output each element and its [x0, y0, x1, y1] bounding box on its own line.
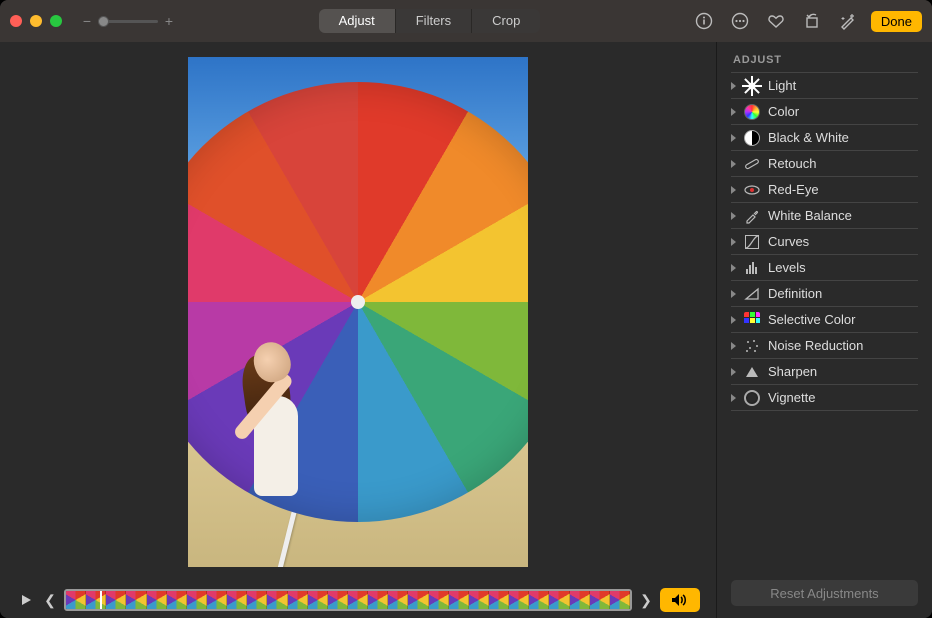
image-canvas[interactable]	[0, 42, 716, 582]
adjust-label: Color	[768, 104, 799, 119]
more-button[interactable]	[727, 8, 753, 34]
filmstrip[interactable]	[64, 589, 632, 611]
auto-enhance-button[interactable]	[835, 8, 861, 34]
adjust-redeye[interactable]: Red-Eye	[731, 177, 918, 203]
titlebar: − + Adjust Filters Crop	[0, 0, 932, 42]
editor-area: ❮ ❯	[0, 42, 716, 618]
adjust-label: Retouch	[768, 156, 816, 171]
chevron-right-icon	[731, 290, 736, 298]
fullscreen-window-button[interactable]	[50, 15, 62, 27]
info-button[interactable]	[691, 8, 717, 34]
chevron-right-icon	[731, 342, 736, 350]
toolbar-right: Done	[691, 8, 922, 34]
zoom-slider[interactable]: − +	[82, 13, 174, 29]
adjust-label: White Balance	[768, 208, 852, 223]
sharpen-icon	[744, 364, 760, 380]
half-circle-icon	[744, 130, 760, 146]
adjust-whitebalance[interactable]: White Balance	[731, 203, 918, 229]
adjust-sharpen[interactable]: Sharpen	[731, 359, 918, 385]
bandage-icon	[744, 156, 760, 172]
chevron-right-icon	[731, 160, 736, 168]
edit-mode-tabs: Adjust Filters Crop	[319, 9, 541, 33]
adjust-curves[interactable]: Curves	[731, 229, 918, 255]
video-timeline: ❮ ❯	[0, 582, 716, 618]
content-area: ❮ ❯ ADJUST	[0, 42, 932, 618]
adjust-light[interactable]: Light	[731, 73, 918, 99]
adjust-label: Vignette	[768, 390, 815, 405]
adjust-label: Levels	[768, 260, 806, 275]
chevron-right-icon	[731, 264, 736, 272]
adjust-bw[interactable]: Black & White	[731, 125, 918, 151]
light-icon	[744, 78, 760, 94]
chevron-right-icon	[731, 134, 736, 142]
chevron-right-icon	[731, 238, 736, 246]
eye-icon	[744, 182, 760, 198]
chevron-right-icon	[731, 108, 736, 116]
adjust-label: Selective Color	[768, 312, 855, 327]
adjust-noise[interactable]: Noise Reduction	[731, 333, 918, 359]
rotate-button[interactable]	[799, 8, 825, 34]
zoom-in-icon: +	[164, 13, 174, 29]
chevron-right-icon	[731, 82, 736, 90]
audio-toggle-button[interactable]	[660, 588, 700, 612]
zoom-thumb[interactable]	[98, 16, 109, 27]
chevron-right-icon	[731, 394, 736, 402]
adjust-selectivecolor[interactable]: Selective Color	[731, 307, 918, 333]
adjust-definition[interactable]: Definition	[731, 281, 918, 307]
adjust-label: Light	[768, 78, 796, 93]
zoom-track[interactable]	[98, 20, 158, 23]
adjust-label: Sharpen	[768, 364, 817, 379]
photo-preview	[188, 57, 528, 567]
eyedropper-icon	[744, 208, 760, 224]
done-button[interactable]: Done	[871, 11, 922, 32]
chevron-right-icon	[731, 368, 736, 376]
color-wheel-icon	[744, 104, 760, 120]
tab-crop[interactable]: Crop	[472, 9, 540, 33]
zoom-out-icon: −	[82, 13, 92, 29]
levels-icon	[744, 260, 760, 276]
adjust-retouch[interactable]: Retouch	[731, 151, 918, 177]
curves-icon	[744, 234, 760, 250]
playhead[interactable]	[100, 589, 102, 611]
adjust-list: Light Color Black & White	[731, 72, 918, 411]
minimize-window-button[interactable]	[30, 15, 42, 27]
adjust-label: Definition	[768, 286, 822, 301]
tab-filters[interactable]: Filters	[396, 9, 472, 33]
adjust-levels[interactable]: Levels	[731, 255, 918, 281]
chevron-right-icon	[731, 316, 736, 324]
play-button[interactable]	[16, 590, 36, 610]
sidebar-title: ADJUST	[733, 54, 918, 66]
close-window-button[interactable]	[10, 15, 22, 27]
triangle-icon	[744, 286, 760, 302]
color-grid-icon	[744, 312, 760, 328]
trim-start-handle[interactable]: ❮	[46, 589, 54, 611]
adjust-vignette[interactable]: Vignette	[731, 385, 918, 411]
photos-edit-window: − + Adjust Filters Crop	[0, 0, 932, 618]
chevron-right-icon	[731, 186, 736, 194]
adjust-sidebar: ADJUST Light Color Black & White	[716, 42, 932, 618]
window-controls	[10, 15, 62, 27]
adjust-label: Curves	[768, 234, 809, 249]
adjust-color[interactable]: Color	[731, 99, 918, 125]
chevron-right-icon	[731, 212, 736, 220]
favorite-button[interactable]	[763, 8, 789, 34]
reset-adjustments-button[interactable]: Reset Adjustments	[731, 580, 918, 606]
adjust-label: Black & White	[768, 130, 849, 145]
vignette-icon	[744, 390, 760, 406]
tab-adjust[interactable]: Adjust	[319, 9, 396, 33]
trim-end-handle[interactable]: ❯	[642, 589, 650, 611]
adjust-label: Noise Reduction	[768, 338, 863, 353]
adjust-label: Red-Eye	[768, 182, 819, 197]
sparkle-icon	[744, 338, 760, 354]
